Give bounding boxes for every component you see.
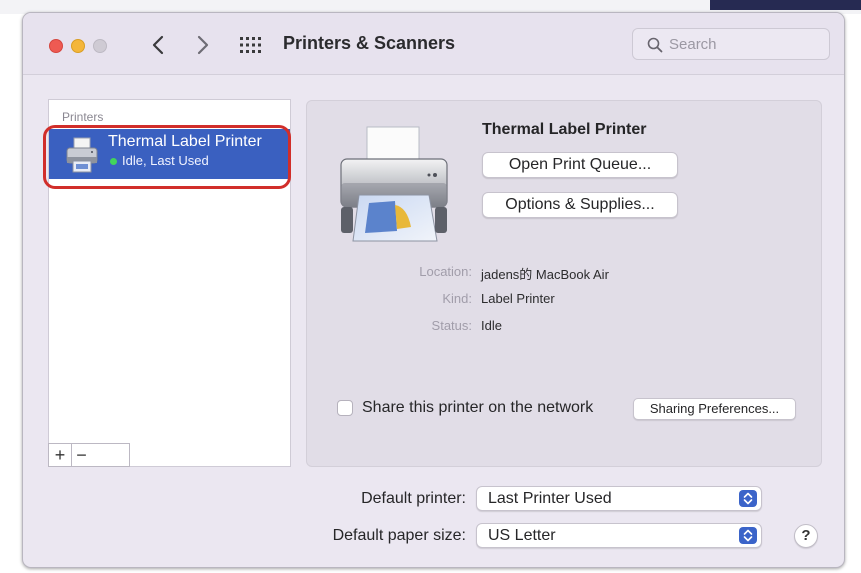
popup-stepper-icon — [739, 527, 757, 544]
location-row: Location: jadens的 MacBook Air — [307, 264, 823, 282]
minimize-button[interactable] — [71, 39, 85, 53]
status-dot-icon — [110, 158, 117, 165]
printer-title: Thermal Label Printer — [482, 121, 647, 138]
desktop-window-edge — [710, 0, 861, 10]
printer-name: Thermal Label Printer — [108, 133, 262, 150]
kind-row: Kind: Label Printer — [307, 291, 823, 309]
forward-button[interactable] — [188, 29, 218, 61]
search-icon — [647, 37, 663, 53]
printers-scanners-window: Printers & Scanners Printers Thermal Lab… — [22, 12, 845, 568]
options-supplies-button[interactable]: Options & Supplies... — [482, 192, 678, 218]
remove-printer-button[interactable]: − — [71, 444, 91, 466]
status-row: Status: Idle — [307, 318, 823, 336]
printer-icon — [66, 137, 98, 173]
zoom-button[interactable] — [93, 39, 107, 53]
paper-size-value: US Letter — [488, 527, 556, 544]
sharing-preferences-button[interactable]: Sharing Preferences... — [633, 398, 796, 420]
list-header: Printers — [62, 110, 104, 124]
open-print-queue-button[interactable]: Open Print Queue... — [482, 152, 678, 178]
location-value: jadens的 MacBook Air — [481, 267, 609, 282]
close-button[interactable] — [49, 39, 63, 53]
toolbar: Printers & Scanners — [23, 13, 844, 75]
paper-size-label: Default paper size: — [332, 527, 466, 544]
location-label: Location: — [419, 264, 472, 279]
popup-stepper-icon — [739, 490, 757, 507]
default-printer-value: Last Printer Used — [488, 490, 612, 507]
default-printer-popup[interactable]: Last Printer Used — [476, 486, 762, 511]
chevron-left-icon — [152, 35, 164, 55]
show-all-button[interactable] — [239, 35, 261, 55]
status-value: Idle — [481, 318, 502, 333]
printer-list-item[interactable]: Thermal Label Printer Idle, Last Used — [49, 129, 290, 179]
chevron-right-icon — [197, 35, 209, 55]
default-printer-label: Default printer: — [361, 490, 466, 507]
printers-list: Printers Thermal Label Printer Idle, Las… — [48, 99, 291, 467]
printer-status: Idle, Last Used — [122, 153, 209, 168]
list-toolbar: + − — [48, 443, 130, 467]
window-title: Printers & Scanners — [283, 33, 456, 53]
share-printer-checkbox[interactable] — [337, 400, 353, 416]
kind-value: Label Printer — [481, 291, 555, 306]
paper-size-popup[interactable]: US Letter — [476, 523, 762, 548]
grid-icon — [240, 37, 261, 53]
share-printer-label[interactable]: Share this printer on the network — [362, 399, 593, 417]
help-button[interactable]: ? — [794, 524, 818, 548]
status-label: Status: — [431, 318, 472, 333]
add-printer-button[interactable]: + — [50, 444, 70, 466]
back-button[interactable] — [143, 29, 173, 61]
printer-detail-panel: Thermal Label Printer Open Print Queue..… — [306, 100, 822, 467]
large-printer-icon — [340, 126, 448, 242]
search-input[interactable] — [669, 33, 819, 55]
search-field[interactable] — [632, 28, 830, 60]
kind-label: Kind: — [442, 291, 472, 306]
